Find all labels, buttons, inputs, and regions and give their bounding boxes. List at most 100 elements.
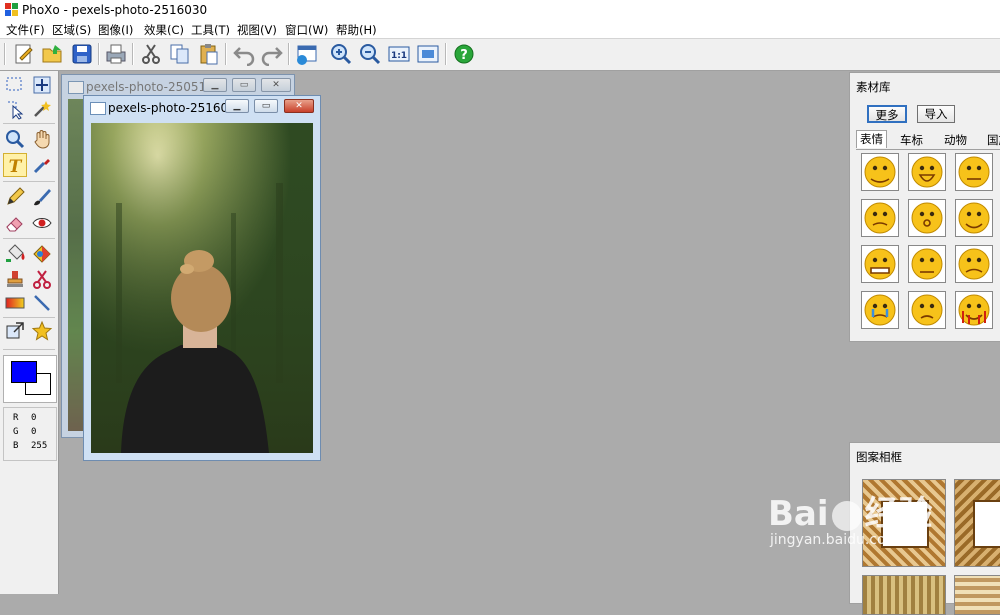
pencil-icon[interactable] [4,186,26,208]
toolbar-separator [225,43,227,65]
tab-emoji[interactable]: 表情 [856,130,887,148]
image-document-icon [68,81,84,94]
clone-stamp-icon[interactable] [4,268,26,290]
print-icon[interactable] [104,42,128,66]
gradient-icon[interactable] [4,292,26,314]
frame-thumbnail[interactable] [954,575,1000,615]
photo-woman-in-forest [91,123,313,453]
window-title: PhoXo - pexels-photo-2516030 [22,3,208,17]
toolbar-separator [98,43,100,65]
emoji-sticker[interactable] [908,153,946,191]
phoxo-app-icon [5,3,18,16]
maximize-button[interactable]: ▭ [254,99,278,113]
menu-window[interactable]: 窗口(W) [285,22,328,38]
import-button[interactable]: 导入 [917,105,955,123]
magic-wand-icon[interactable] [31,98,53,120]
menu-region[interactable]: 区域(S) [52,22,91,38]
zoom-out-icon[interactable] [358,42,382,66]
zoom-tool-icon[interactable] [4,128,26,150]
image-info-icon[interactable] [295,42,319,66]
menu-view[interactable]: 视图(V) [237,22,277,38]
green-value: 0 [31,427,37,437]
svg-text:?: ? [460,48,468,63]
zoom-in-icon[interactable] [329,42,353,66]
maximize-button[interactable]: ▭ [232,78,256,92]
watermark-brand: Bai [768,494,829,534]
emoji-crying-icon [864,294,896,326]
foreground-color-swatch[interactable] [11,361,37,383]
eyedropper-icon[interactable] [31,154,53,176]
redo-icon[interactable] [260,42,284,66]
red-label: R [13,413,19,423]
emoji-love-icon [958,202,990,234]
menu-image[interactable]: 图像(I) [98,22,133,38]
undo-icon[interactable] [232,42,256,66]
tool-divider [3,317,55,318]
minimize-button[interactable]: ▁ [203,78,227,92]
move-icon[interactable] [31,74,53,96]
copy-icon[interactable] [168,42,192,66]
emoji-sticker[interactable] [955,245,993,283]
tab-flags[interactable]: 国旗 [987,132,1000,148]
fit-window-icon[interactable] [416,42,440,66]
tab-car-logo[interactable]: 车标 [900,132,923,148]
actual-size-icon[interactable]: 1:1 [387,42,411,66]
menu-effects[interactable]: 效果(C) [144,22,184,38]
emoji-sticker[interactable] [861,153,899,191]
brush-icon[interactable] [31,186,53,208]
svg-text:1:1: 1:1 [391,51,407,61]
color-replace-icon[interactable] [31,242,53,264]
eraser-icon[interactable] [4,212,26,234]
help-icon[interactable]: ? [452,42,476,66]
cut-icon[interactable] [139,42,163,66]
title-bar: PhoXo - pexels-photo-2516030 [0,0,1000,20]
emoji-sticker[interactable] [908,291,946,329]
lasso-select-icon[interactable] [4,98,26,120]
transform-icon[interactable] [4,320,26,342]
emoji-sleepy-icon [958,156,990,188]
minimize-button[interactable]: ▁ [225,99,249,113]
emoji-sticker[interactable] [908,245,946,283]
emoji-sticker[interactable] [861,291,899,329]
tab-animals[interactable]: 动物 [944,132,967,148]
shape-star-icon[interactable] [31,320,53,342]
document-image[interactable] [91,123,313,453]
open-icon[interactable] [41,42,65,66]
toolbar-separator [445,43,447,65]
emoji-sticker[interactable] [955,291,993,329]
line-tool-icon[interactable] [31,292,53,314]
emoji-sticker[interactable] [861,245,899,283]
paste-icon[interactable] [197,42,221,66]
close-button[interactable]: ✕ [261,78,291,92]
tool-divider [3,123,55,124]
emoji-sticker[interactable] [955,153,993,191]
more-button[interactable]: 更多 [867,105,907,123]
fill-bucket-icon[interactable] [4,242,26,264]
scissors-tool-icon[interactable] [31,268,53,290]
emoji-sticker[interactable] [861,199,899,237]
menu-tools[interactable]: 工具(T) [191,22,230,38]
baidu-jingyan-watermark: Bai 经验 jingyan.baidu.com [768,496,933,548]
save-icon[interactable] [70,42,94,66]
image-document-icon [90,102,106,115]
frame-thumbnail[interactable] [862,575,946,615]
rect-select-icon[interactable] [4,74,26,96]
green-label: G [13,427,19,437]
emoji-sticker[interactable] [955,199,993,237]
tool-divider [3,349,55,350]
material-library-panel: 素材库 更多 导入 表情 车标 动物 国旗 [849,72,1000,342]
emoji-mad-icon [958,248,990,280]
menu-help[interactable]: 帮助(H) [336,22,377,38]
frame-thumbnail[interactable] [954,479,1000,567]
blue-value: 255 [31,441,48,451]
red-eye-icon[interactable] [31,212,53,234]
text-tool[interactable]: T [3,153,27,177]
close-button[interactable]: ✕ [284,99,314,113]
menu-file[interactable]: 文件(F) [6,22,45,38]
emoji-sticker[interactable] [908,199,946,237]
new-icon[interactable] [12,42,36,66]
document-window-front[interactable]: pexels-photo-25160... ▁ ▭ ✕ [83,95,321,461]
rgb-readout: R0 G0 B 255 [3,407,57,461]
material-tabs: 表情 车标 动物 国旗 [856,130,1000,150]
hand-tool-icon[interactable] [31,128,53,150]
